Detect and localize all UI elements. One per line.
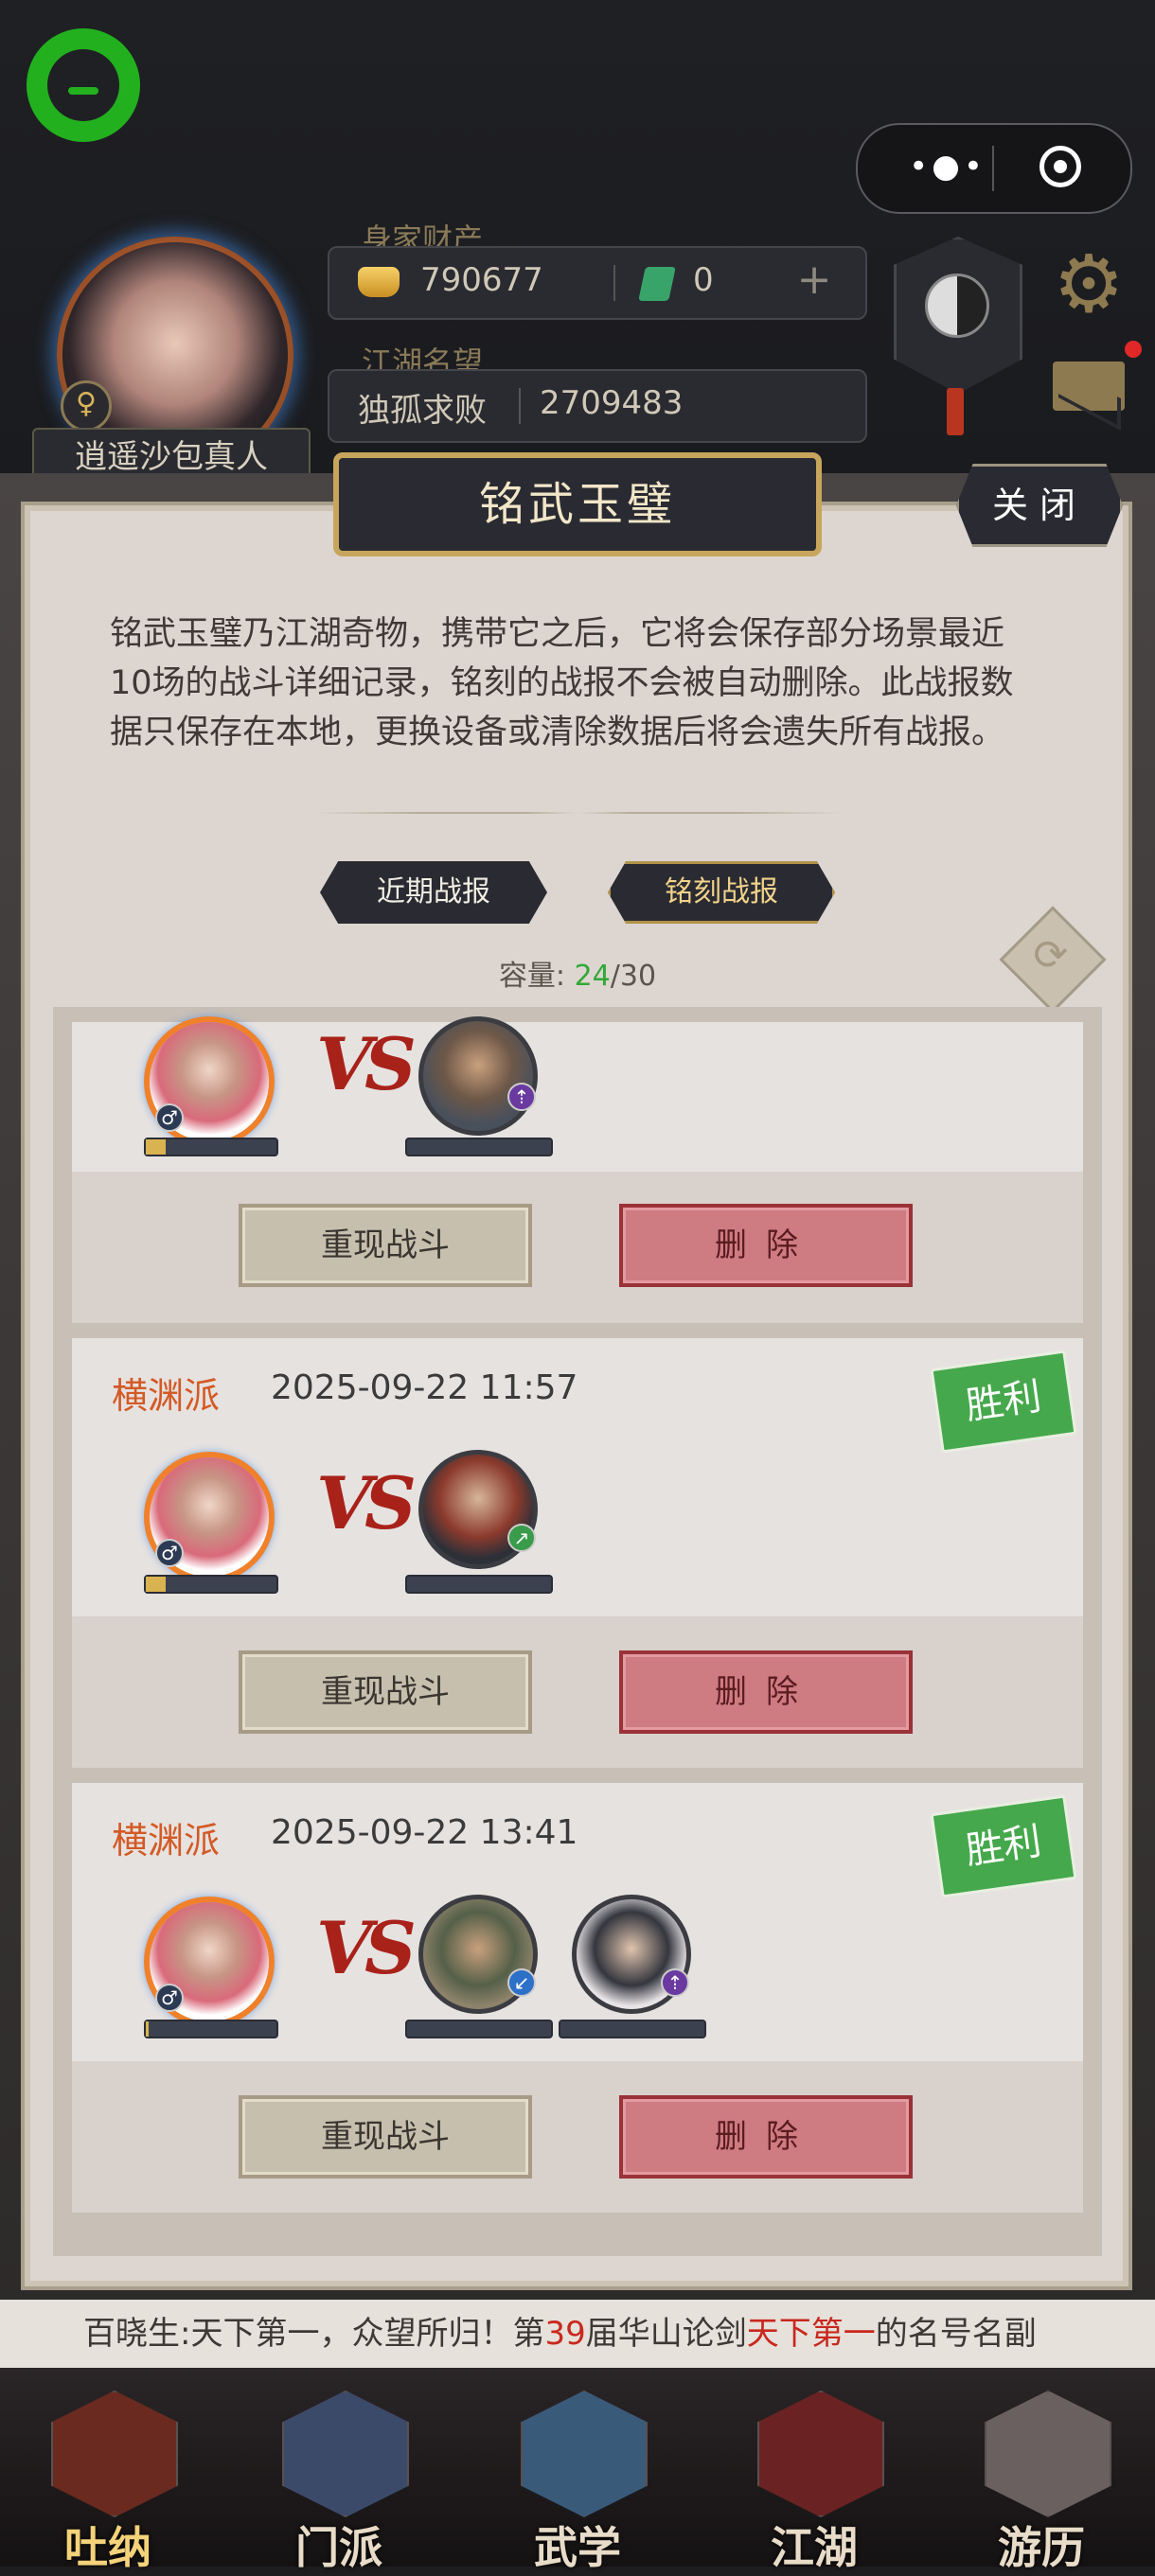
ticker-highlight: 天下第一 [746, 2315, 876, 2353]
bottom-nav: 吐纳 门派 武学 江湖 游历 [0, 2368, 1155, 2573]
tab-engraved-reports[interactable]: 铭刻战报 [608, 861, 835, 924]
male-icon: ♂ [155, 1103, 184, 1132]
yin-yang-icon [925, 273, 989, 338]
delete-button[interactable]: 删除 [619, 1204, 913, 1287]
player-hp-fill [146, 2021, 149, 2037]
vs-icon: VS [316, 1022, 417, 1106]
replay-button[interactable]: 重现战斗 [239, 2095, 532, 2179]
delete-button[interactable]: 删除 [619, 1650, 913, 1734]
nav-label: 门派 [295, 2522, 382, 2573]
battle-datetime: 2025-09-22 13:41 [271, 1813, 578, 1852]
replay-button[interactable]: 重现战斗 [239, 1204, 532, 1287]
nav-tuna[interactable]: 吐纳 [32, 2383, 184, 2573]
divider-ornament [312, 812, 843, 814]
capacity-current: 24 [574, 960, 611, 993]
nav-label: 江湖 [771, 2522, 858, 2573]
capacity-indicator: 容量: 24/30 [454, 952, 701, 994]
faction-icon: ↗ [507, 1524, 536, 1552]
enemy-hp-bar [405, 1575, 553, 1594]
capacity-label: 容量: [498, 960, 566, 993]
close-button[interactable]: 关闭 [956, 464, 1123, 547]
record-card: 横渊派 2025-09-22 11:57 胜利 ♂ VS ↗ 重现战斗 删除 [72, 1338, 1083, 1768]
nav-label: 吐纳 [64, 2522, 151, 2573]
dialog-title: 铭武玉璧 [333, 452, 822, 556]
refresh-icon: ⟳ [1033, 931, 1069, 980]
tassel-decoration [947, 388, 964, 435]
gourd-icon [51, 2391, 178, 2517]
ticker-middle: 届华山论剑 [585, 2315, 747, 2353]
horse-icon [985, 2391, 1111, 2517]
record-card: 横渊派 2025-09-22 13:41 胜利 ♂ VS ↙ ⇡ 重现战斗 删除 [72, 1783, 1083, 2213]
close-miniprogram-icon[interactable] [1040, 146, 1081, 187]
sect-name: 横渊派 [112, 1375, 221, 1417]
mini-program-capsule: •●• [856, 123, 1132, 214]
scroll-book-icon [521, 2391, 648, 2517]
player-hp-bar [144, 1138, 278, 1156]
player-hp-bar [144, 2020, 278, 2038]
sect-name: 横渊派 [112, 1820, 221, 1861]
notification-dot [1125, 341, 1142, 358]
tab-recent-reports[interactable]: 近期战报 [320, 861, 547, 924]
news-ticker: 百晓生:天下第一，众望所归！第39届华山论剑天下第一的名号名副 [0, 2300, 1155, 2368]
ticker-suffix: 的名号名副 [875, 2315, 1037, 2353]
fame-value: 2709483 [540, 384, 684, 422]
banner-icon [282, 2391, 409, 2517]
more-icon[interactable]: •●• [896, 146, 1000, 191]
enemy-hp-bar [405, 2020, 553, 2038]
bamboo-hat-icon [757, 2391, 884, 2517]
victory-stamp: 胜利 [930, 1350, 1077, 1454]
add-currency-button[interactable]: + [793, 259, 835, 303]
nav-martial-arts[interactable]: 武学 [502, 2383, 653, 2573]
chat-icon[interactable] [27, 28, 140, 142]
faction-icon: ⇡ [661, 1968, 689, 1997]
nav-travel[interactable]: 游历 [966, 2383, 1117, 2573]
record-card: ♂ VS ⇡ 重现战斗 删除 [72, 1016, 1083, 1323]
nav-label: 武学 [534, 2522, 621, 2573]
battle-datetime: 2025-09-22 11:57 [271, 1368, 578, 1407]
fame-bar: 独孤求败 2709483 [328, 369, 867, 443]
player-hp-fill [146, 1577, 166, 1592]
enemy-hp-bar [559, 2020, 706, 2038]
wealth-bar: 790677 0 + [328, 246, 867, 320]
male-icon: ♂ [155, 1539, 184, 1567]
enemy-portrait [418, 1016, 538, 1136]
jade-icon [638, 267, 676, 301]
gold-ingot-icon [358, 267, 400, 297]
male-icon: ♂ [155, 1984, 184, 2012]
ticker-number: 39 [544, 2315, 586, 2353]
mail-icon[interactable] [1053, 362, 1125, 411]
faction-icon: ↙ [507, 1968, 536, 1997]
nav-sect[interactable]: 门派 [263, 2383, 415, 2573]
card-actions: 重现战斗 删除 [72, 1172, 1083, 1323]
victory-stamp: 胜利 [930, 1794, 1077, 1898]
replay-button[interactable]: 重现战斗 [239, 1650, 532, 1734]
player-hp-fill [146, 1139, 166, 1155]
enemy-hp-bar [405, 1138, 553, 1156]
nav-jianghu[interactable]: 江湖 [738, 2383, 890, 2573]
gold-amount: 790677 [420, 261, 543, 299]
settings-gear-icon[interactable]: ⚙ [1049, 244, 1128, 324]
delete-button[interactable]: 删除 [619, 2095, 913, 2179]
vs-icon: VS [316, 1906, 417, 1990]
female-icon: ♀ [61, 380, 112, 432]
card-actions: 重现战斗 删除 [72, 1616, 1083, 1768]
fame-title: 独孤求败 [358, 392, 487, 430]
jade-amount: 0 [693, 261, 714, 299]
ticker-prefix: 百晓生:天下第一，众望所归！第 [83, 2315, 545, 2353]
capacity-max: /30 [610, 960, 657, 993]
faction-icon: ⇡ [507, 1083, 536, 1111]
vs-icon: VS [316, 1461, 417, 1545]
record-list[interactable]: ♂ VS ⇡ 重现战斗 删除 横渊派 2025-09-22 11:57 胜利 ♂… [53, 1007, 1102, 2256]
intro-text: 铭武玉璧乃江湖奇物，携带它之后，它将会保存部分场景最近10场的战斗详细记录，铭刻… [110, 615, 1014, 751]
nav-label: 游历 [998, 2522, 1085, 2573]
player-hp-bar [144, 1575, 278, 1594]
card-actions: 重现战斗 删除 [72, 2061, 1083, 2213]
